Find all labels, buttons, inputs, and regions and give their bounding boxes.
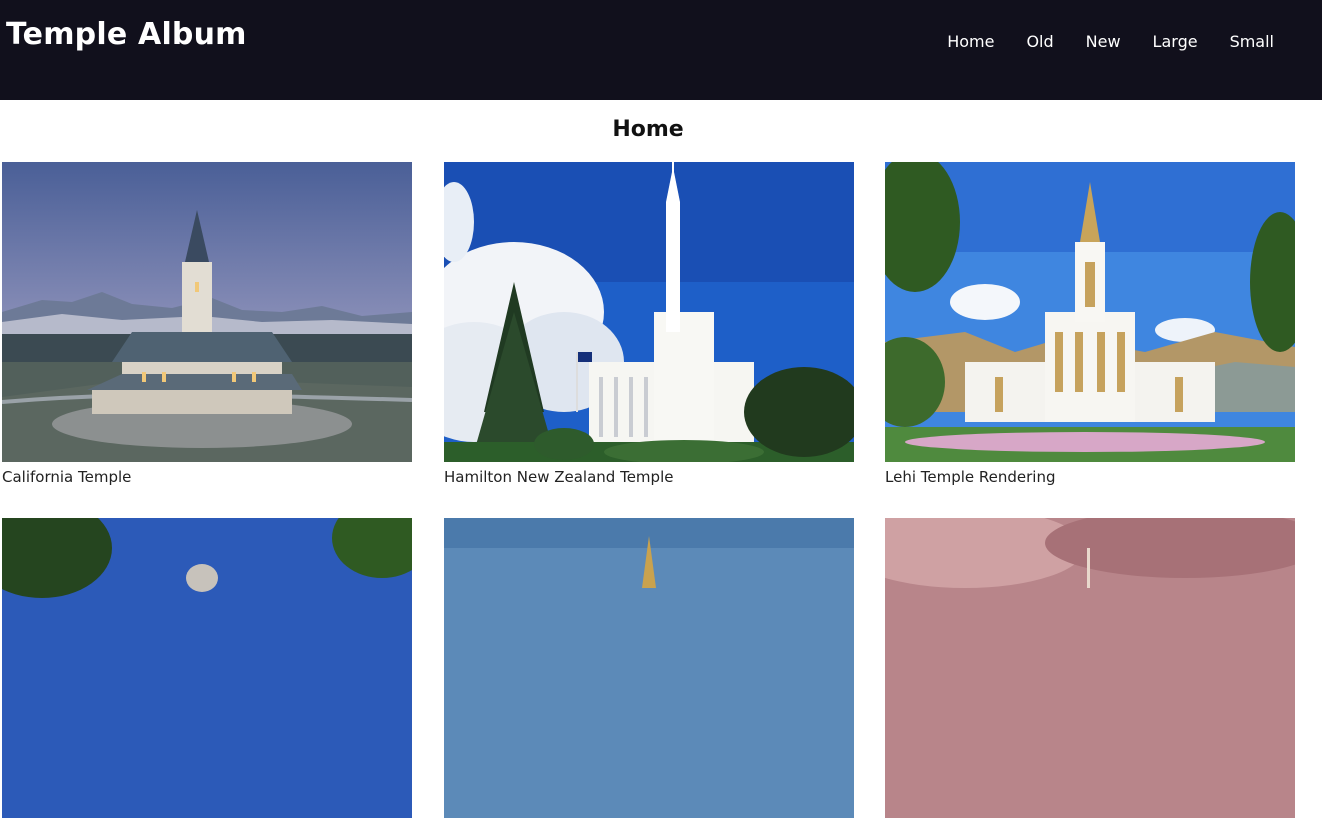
temple-photo[interactable] [885,162,1295,462]
temple-card: California Temple [2,162,412,486]
temple-photo[interactable] [2,518,412,818]
temple-caption: Lehi Temple Rendering [885,468,1056,486]
nav-link-large[interactable]: Large [1137,31,1214,53]
temple-caption: Hamilton New Zealand Temple [444,468,674,486]
temple-caption: California Temple [2,468,132,486]
temple-card [2,518,412,824]
temple-card [885,518,1295,824]
temple-card: Hamilton New Zealand Temple [444,162,854,486]
nav-link-old[interactable]: Old [1010,31,1069,53]
nav-link-small[interactable]: Small [1214,31,1290,53]
temple-photo[interactable] [885,518,1295,818]
nav-link-new[interactable]: New [1070,31,1137,53]
temple-card [444,518,854,824]
site-header: Temple Album Home Old New Large Small [0,0,1322,100]
temple-photo[interactable] [444,162,854,462]
site-title: Temple Album [6,17,247,52]
nav-link-home[interactable]: Home [931,31,1010,53]
temple-photo[interactable] [2,162,412,462]
main-nav: Home Old New Large Small [931,31,1290,53]
temple-photo[interactable] [444,518,854,818]
temple-card: Lehi Temple Rendering [885,162,1295,486]
page-heading: Home [612,117,684,142]
